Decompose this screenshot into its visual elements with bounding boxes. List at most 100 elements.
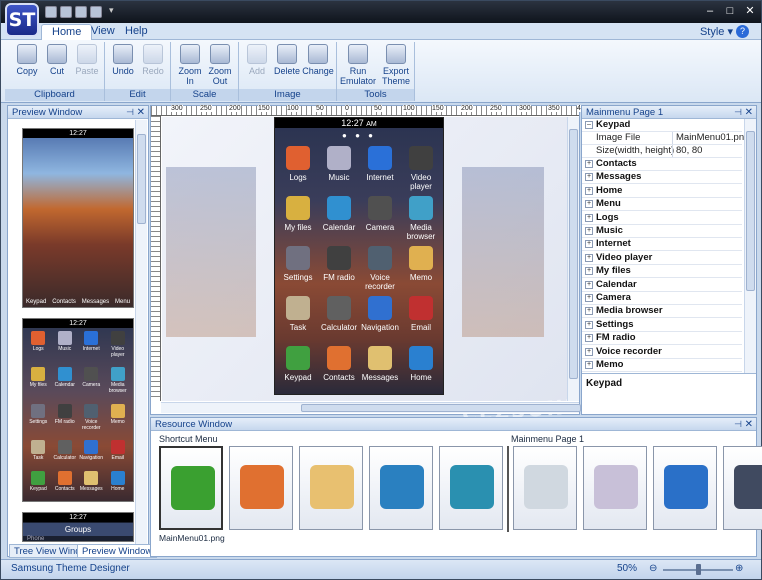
close-icon[interactable]: ✕ <box>745 418 753 431</box>
expand-icon[interactable]: + <box>585 240 593 249</box>
resource-tile[interactable] <box>369 446 433 530</box>
expand-icon[interactable]: + <box>585 320 593 329</box>
close-icon[interactable]: ✕ <box>745 106 753 119</box>
app-icon-voice-recorder[interactable]: Voice recorder <box>360 246 400 291</box>
property-group[interactable]: + Logs <box>582 212 742 225</box>
zoom-out-icon[interactable]: ⊖ <box>649 560 657 578</box>
property-group[interactable]: + Messages <box>582 171 742 185</box>
undo-button[interactable]: Undo <box>107 44 139 76</box>
resource-tile[interactable] <box>653 446 717 530</box>
pin-icon[interactable]: ⊣ <box>734 106 742 119</box>
property-group[interactable]: + Camera <box>582 292 742 305</box>
app-icon-music[interactable]: Music <box>319 146 359 182</box>
pin-icon[interactable]: ⊣ <box>734 418 742 431</box>
app-icon-calendar[interactable]: Calendar <box>319 196 359 232</box>
expand-icon[interactable]: + <box>585 334 593 343</box>
property-group[interactable]: + Menu <box>582 198 742 212</box>
resource-tile[interactable] <box>159 446 223 530</box>
expand-icon[interactable]: + <box>585 160 593 168</box>
property-group-selected[interactable]: – Keypad <box>582 119 742 132</box>
delete-button[interactable]: Delete <box>271 44 303 76</box>
app-icon-messages[interactable]: Messages <box>360 346 400 382</box>
expand-icon[interactable]: + <box>585 173 593 182</box>
resource-tile[interactable] <box>439 446 503 530</box>
expand-icon[interactable]: + <box>585 267 593 276</box>
app-icon-contacts[interactable]: Contacts <box>319 346 359 382</box>
app-logo[interactable]: ST <box>5 3 39 37</box>
export-icon[interactable] <box>90 6 102 18</box>
zoom-in-icon[interactable]: ⊕ <box>735 560 743 578</box>
property-group[interactable]: + Internet <box>582 238 742 252</box>
pin-icon[interactable]: ⊣ <box>126 106 134 119</box>
app-icon-settings[interactable]: Settings <box>278 246 318 282</box>
property-group[interactable]: + Memo <box>582 359 742 372</box>
redo-button[interactable]: Redo <box>137 44 169 76</box>
app-icon-navigation[interactable]: Navigation <box>360 296 400 332</box>
property-group[interactable]: + Video player <box>582 252 742 265</box>
expand-icon[interactable]: + <box>585 200 593 209</box>
tab-preview-window[interactable]: Preview Window <box>77 544 158 558</box>
expand-icon[interactable]: + <box>585 294 593 302</box>
app-icon-keypad[interactable]: Keypad <box>278 346 318 382</box>
scroll-thumb[interactable] <box>746 131 755 291</box>
property-group[interactable]: + Media browser <box>582 305 742 319</box>
expand-icon[interactable]: + <box>585 253 593 262</box>
property-row[interactable]: Image File MainMenu01.png <box>582 132 749 145</box>
resource-tile[interactable] <box>513 446 577 530</box>
scroll-thumb[interactable] <box>137 134 146 224</box>
property-group[interactable]: + Contacts <box>582 158 742 171</box>
copy-button[interactable]: Copy <box>11 44 43 76</box>
property-group[interactable]: + Settings <box>582 319 742 332</box>
app-icon-media-browser[interactable]: Media browser <box>401 196 441 241</box>
app-icon-home[interactable]: Home <box>401 346 441 382</box>
quick-access-dropdown-icon[interactable]: ▾ <box>109 5 114 16</box>
paste-button[interactable]: Paste <box>71 44 103 76</box>
canvas-vscrollbar[interactable] <box>567 117 579 401</box>
preview-home-screen[interactable]: 12:27 Keypad Contacts Messages Menu <box>22 128 134 308</box>
canvas-hscrollbar[interactable] <box>161 402 581 413</box>
zoom-in-button[interactable]: Zoom In <box>174 44 206 86</box>
open-icon[interactable] <box>60 6 72 18</box>
property-group[interactable]: + Home <box>582 185 742 198</box>
preview-phonebook[interactable]: 12:27 Groups Phone <box>22 512 134 542</box>
property-value[interactable]: MainMenu01.png <box>672 132 749 144</box>
export-theme-button[interactable]: Export Theme <box>379 44 413 86</box>
property-row[interactable]: Size(width, height) 80, 80 <box>582 145 742 158</box>
expand-icon[interactable]: + <box>585 186 593 195</box>
cut-button[interactable]: Cut <box>41 44 73 76</box>
resource-tile[interactable] <box>583 446 647 530</box>
property-value[interactable]: 80, 80 <box>672 145 702 157</box>
save-icon[interactable] <box>75 6 87 18</box>
expand-icon[interactable]: + <box>585 213 593 222</box>
app-icon-camera[interactable]: Camera <box>360 196 400 232</box>
zoom-slider-thumb[interactable] <box>696 564 701 575</box>
maximize-icon[interactable]: □ <box>723 4 737 18</box>
preview-scrollbar[interactable] <box>135 120 147 544</box>
app-icon-video-player[interactable]: Video player <box>401 146 441 191</box>
app-icon-task[interactable]: Task <box>278 296 318 332</box>
expand-icon[interactable]: + <box>585 280 593 289</box>
style-menu[interactable]: Style ▾ <box>700 25 733 38</box>
scroll-thumb[interactable] <box>569 129 578 379</box>
app-icon-calculator[interactable]: Calculator <box>319 296 359 332</box>
property-group[interactable]: + Voice recorder <box>582 346 742 359</box>
app-icon-logs[interactable]: Logs <box>278 146 318 182</box>
app-icon-fm-radio[interactable]: FM radio <box>319 246 359 282</box>
minimize-icon[interactable]: – <box>703 4 717 18</box>
collapse-icon[interactable]: – <box>585 121 593 129</box>
design-canvas[interactable]: 12:27 AM ● ● ● Logs Music Internet Video pl… <box>162 117 613 426</box>
app-icon-internet[interactable]: Internet <box>360 146 400 182</box>
change-button[interactable]: Change <box>302 44 334 76</box>
app-icon-email[interactable]: Email <box>401 296 441 332</box>
new-icon[interactable] <box>45 6 57 18</box>
expand-icon[interactable]: + <box>585 347 593 356</box>
expand-icon[interactable]: + <box>585 307 593 316</box>
property-group[interactable]: + My files <box>582 265 742 279</box>
close-icon[interactable]: ✕ <box>137 106 145 119</box>
scroll-thumb[interactable] <box>301 404 581 412</box>
tab-help[interactable]: Help <box>115 24 158 40</box>
preview-main-menu[interactable]: 12:27 Logs Music Internet Video player My fi… <box>22 318 134 502</box>
resource-tile[interactable] <box>229 446 293 530</box>
phone-main-menu[interactable]: 12:27 AM ● ● ● Logs Music Internet Video pl… <box>274 117 444 395</box>
app-icon-memo[interactable]: Memo <box>401 246 441 282</box>
